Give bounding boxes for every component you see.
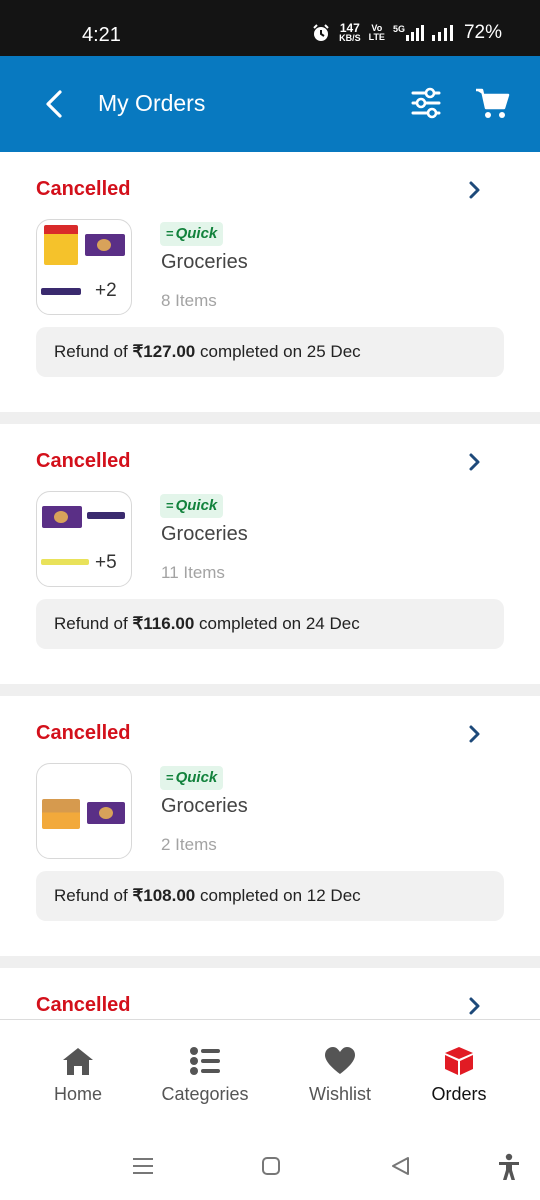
refund-amount: ₹127.00 bbox=[132, 342, 196, 361]
quick-badge: = Quick bbox=[160, 766, 224, 790]
chevron-right-icon[interactable] bbox=[466, 996, 484, 1016]
nav-categories-label: Categories bbox=[161, 1084, 249, 1104]
chevron-right-icon[interactable] bbox=[466, 180, 484, 200]
refund-amount: ₹108.00 bbox=[132, 886, 196, 905]
more-items-count: +2 bbox=[95, 280, 117, 301]
status-bar: 4:21 147 KB/S Vo LTE 5G 72% bbox=[0, 0, 540, 56]
nav-orders-label: Orders bbox=[431, 1084, 487, 1104]
alarm-icon bbox=[313, 24, 329, 41]
refund-prefix: Refund of bbox=[54, 886, 133, 905]
more-items-count: +5 bbox=[95, 552, 117, 573]
order-store: Groceries bbox=[161, 523, 248, 545]
refund-suffix: completed on 24 Dec bbox=[194, 614, 360, 633]
order-item-count: 8 Items bbox=[161, 291, 217, 310]
network-speed: 147 KB/S bbox=[339, 21, 361, 43]
system-nav-bar bbox=[0, 1132, 540, 1200]
quick-badge: = Quick bbox=[160, 494, 224, 518]
page-title: My Orders bbox=[98, 90, 206, 116]
heart-icon bbox=[325, 1047, 355, 1074]
product-image-chocolate bbox=[87, 802, 125, 824]
order-status: Cancelled bbox=[36, 178, 131, 200]
home-square-icon[interactable] bbox=[261, 1156, 281, 1176]
order-card[interactable]: Cancelled bbox=[0, 968, 540, 1020]
filter-sliders-icon[interactable] bbox=[410, 86, 442, 120]
refund-suffix: completed on 12 Dec bbox=[195, 886, 361, 905]
order-product-thumbnails: +5 bbox=[36, 491, 132, 587]
product-image-vlcc bbox=[42, 799, 80, 829]
refund-prefix: Refund of bbox=[54, 614, 133, 633]
order-status: Cancelled bbox=[36, 450, 131, 472]
volte-indicator: Vo LTE bbox=[368, 23, 385, 42]
refund-info: Refund of ₹127.00 completed on 25 Dec bbox=[36, 327, 504, 377]
order-status: Cancelled bbox=[36, 994, 131, 1016]
product-image-chocolate bbox=[85, 234, 125, 256]
quick-badge: = Quick bbox=[160, 222, 224, 246]
nav-wishlist-label: Wishlist bbox=[309, 1084, 371, 1104]
quick-logo-icon: = bbox=[166, 770, 174, 785]
signal-5g: 5G bbox=[393, 25, 424, 41]
nav-wishlist[interactable]: Wishlist bbox=[280, 1046, 400, 1105]
status-time: 4:21 bbox=[82, 24, 121, 46]
nav-home-label: Home bbox=[53, 1084, 102, 1104]
accessibility-icon[interactable] bbox=[497, 1153, 521, 1181]
order-card[interactable]: Cancelled +5 = Quick Groceries 11 Items … bbox=[0, 424, 540, 684]
product-image-chocolate bbox=[42, 506, 82, 528]
app-bar: My Orders bbox=[0, 56, 540, 152]
categories-icon bbox=[190, 1047, 220, 1075]
order-store: Groceries bbox=[161, 251, 248, 273]
refund-info: Refund of ₹116.00 completed on 24 Dec bbox=[36, 599, 504, 649]
bottom-nav: Home Categories Wishlist Orders bbox=[0, 1019, 540, 1132]
order-item-count: 2 Items bbox=[161, 835, 217, 854]
refund-info: Refund of ₹108.00 completed on 12 Dec bbox=[36, 871, 504, 921]
quick-badge-label: Quick bbox=[175, 769, 218, 786]
order-store: Groceries bbox=[161, 795, 248, 817]
product-image-bar bbox=[41, 288, 81, 295]
order-status: Cancelled bbox=[36, 722, 131, 744]
signal-bars-icon-2 bbox=[431, 25, 453, 41]
box-icon bbox=[445, 1047, 473, 1075]
product-image-bar bbox=[87, 512, 125, 519]
order-product-thumbnails: +2 bbox=[36, 219, 132, 315]
chevron-right-icon[interactable] bbox=[466, 724, 484, 744]
refund-amount: ₹116.00 bbox=[132, 614, 195, 633]
recents-menu-icon[interactable] bbox=[132, 1156, 154, 1176]
nav-home[interactable]: Home bbox=[18, 1046, 138, 1105]
chevron-right-icon[interactable] bbox=[466, 452, 484, 472]
back-arrow-icon[interactable] bbox=[38, 86, 74, 122]
quick-badge-label: Quick bbox=[175, 497, 218, 514]
order-product-thumbnails bbox=[36, 763, 132, 859]
status-icons: 147 KB/S Vo LTE 5G 72% bbox=[311, 22, 502, 44]
nav-categories[interactable]: Categories bbox=[145, 1046, 265, 1105]
battery-percent: 72% bbox=[463, 22, 502, 43]
back-triangle-icon[interactable] bbox=[390, 1156, 410, 1176]
refund-prefix: Refund of bbox=[54, 342, 133, 361]
quick-logo-icon: = bbox=[166, 498, 174, 513]
home-icon bbox=[63, 1048, 93, 1075]
refund-suffix: completed on 25 Dec bbox=[195, 342, 361, 361]
quick-logo-icon: = bbox=[166, 226, 174, 241]
order-item-count: 11 Items bbox=[161, 563, 225, 582]
quick-badge-label: Quick bbox=[175, 225, 218, 242]
my-orders-screen: 4:21 147 KB/S Vo LTE 5G 72% My Orders Ca… bbox=[0, 0, 540, 1200]
orders-list: Cancelled +2 = Quick Groceries 8 Items R… bbox=[0, 152, 540, 1020]
signal-bars-icon bbox=[405, 25, 424, 41]
order-card[interactable]: Cancelled = Quick Groceries 2 Items Refu… bbox=[0, 696, 540, 956]
order-card[interactable]: Cancelled +2 = Quick Groceries 8 Items R… bbox=[0, 152, 540, 412]
product-image-biscuit bbox=[41, 559, 89, 565]
product-image-noodles bbox=[44, 225, 78, 265]
cart-icon[interactable] bbox=[474, 86, 510, 120]
nav-orders[interactable]: Orders bbox=[399, 1046, 519, 1105]
